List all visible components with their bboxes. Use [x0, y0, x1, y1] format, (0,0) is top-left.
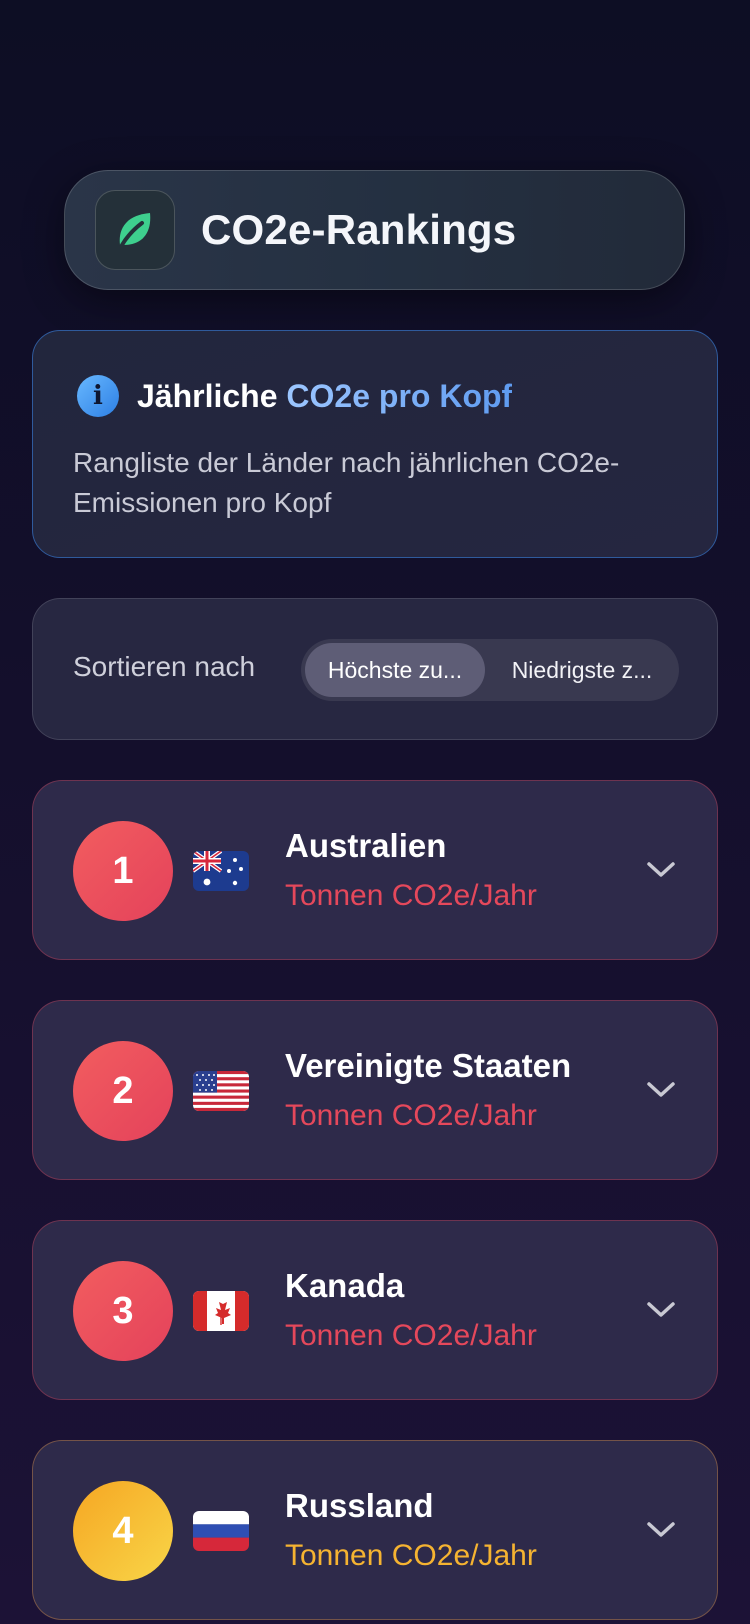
country-name: Vereinigte Staaten	[285, 1047, 572, 1084]
country-name: Australien	[285, 827, 447, 864]
info-title-prefix: Jährliche	[137, 377, 278, 414]
country-unit: Tonnen CO2e/Jahr	[285, 1319, 537, 1352]
country-name: Kanada	[285, 1267, 405, 1304]
info-icon: i	[77, 375, 119, 417]
chevron-down-icon[interactable]	[645, 1079, 677, 1101]
sort-segmented-control[interactable]: Höchste zu... Niedrigste z...	[301, 639, 679, 701]
sort-card: Sortieren nach Höchste zu... Niedrigste …	[32, 598, 718, 740]
canada-flag-icon	[193, 1291, 249, 1331]
country-unit: Tonnen CO2e/Jahr	[285, 879, 537, 912]
sort-option-lowest[interactable]: Niedrigste z...	[489, 643, 675, 697]
australia-flag-icon	[193, 851, 249, 891]
page-title: CO2e-Rankings	[201, 206, 517, 253]
sort-option-highest[interactable]: Höchste zu...	[305, 643, 485, 697]
country-unit: Tonnen CO2e/Jahr	[285, 1099, 537, 1132]
country-card[interactable]: 4 Russland Tonnen CO2e/Jahr	[32, 1440, 718, 1620]
country-card[interactable]: 3 Kanada Tonnen CO2e/Jahr	[32, 1220, 718, 1400]
info-heading: i Jährliche CO2e pro Kopf	[77, 375, 512, 417]
app-header: CO2e-Rankings	[64, 170, 685, 290]
rank-badge: 4	[73, 1481, 173, 1581]
leaf-icon	[95, 190, 175, 270]
rank-badge: 3	[73, 1261, 173, 1361]
chevron-down-icon[interactable]	[645, 1519, 677, 1541]
screen: CO2e-Rankings i Jährliche CO2e pro Kopf …	[0, 0, 750, 1624]
info-title-highlight: CO2e pro Kopf	[286, 377, 513, 414]
country-unit: Tonnen CO2e/Jahr	[285, 1539, 537, 1572]
info-title: Jährliche CO2e pro Kopf	[137, 378, 512, 415]
sort-label: Sortieren nach	[73, 651, 256, 682]
chevron-down-icon[interactable]	[645, 1299, 677, 1321]
country-card[interactable]: 1 Australien Tonnen CO2e/Jahr	[32, 780, 718, 960]
country-name: Russland	[285, 1487, 434, 1524]
country-card[interactable]: 2 Vereinigte Staaten Tonnen CO2e/Jahr	[32, 1000, 718, 1180]
rank-badge: 2	[73, 1041, 173, 1141]
usa-flag-icon	[193, 1071, 249, 1111]
chevron-down-icon[interactable]	[645, 859, 677, 881]
info-description: Rangliste der Länder nach jährlichen CO2…	[73, 447, 620, 518]
info-card: i Jährliche CO2e pro Kopf Rangliste der …	[32, 330, 718, 558]
rank-badge: 1	[73, 821, 173, 921]
russia-flag-icon	[193, 1511, 249, 1551]
